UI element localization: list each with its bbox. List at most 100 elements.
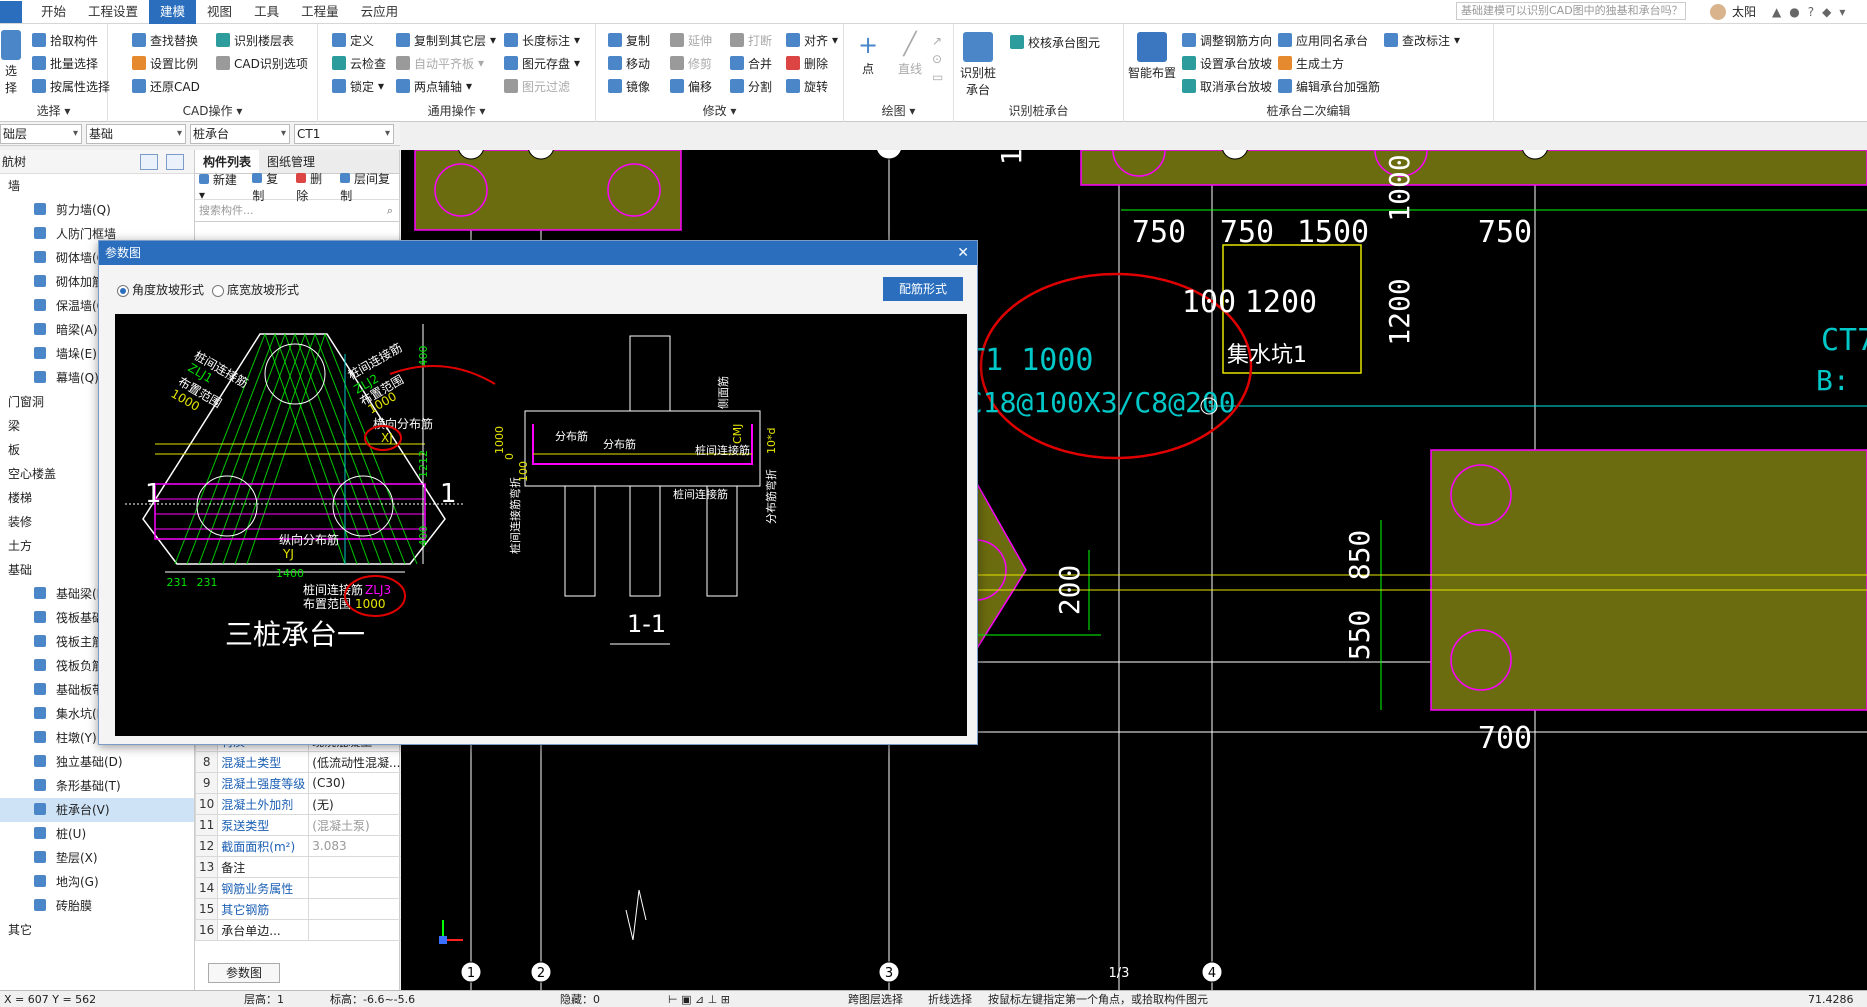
property-value[interactable] xyxy=(308,877,405,899)
cloud-check-button[interactable]: 云检查 xyxy=(332,53,386,73)
menu-cloud[interactable]: 云应用 xyxy=(350,0,410,24)
define-button[interactable]: 定义 xyxy=(332,30,374,50)
nav-item[interactable]: 剪力墙(Q) xyxy=(0,198,194,222)
extend-button[interactable]: 延伸 xyxy=(670,30,712,50)
nav-item[interactable]: 其它 xyxy=(0,918,194,942)
layer-copy-button[interactable]: 层间复制 xyxy=(340,170,399,204)
menu-quantity[interactable]: 工程量 xyxy=(290,0,350,24)
search-icon[interactable]: ⌕ xyxy=(387,200,393,222)
recognize-pile-cap-button[interactable]: 识别桩承台 xyxy=(960,32,996,98)
property-value[interactable] xyxy=(308,898,405,920)
nav-item[interactable]: 砖胎膜 xyxy=(0,894,194,918)
lock-button[interactable]: 锁定 ▾ xyxy=(332,76,384,96)
delete-component-button[interactable]: 删除 xyxy=(296,170,332,204)
split-button[interactable]: 分割 xyxy=(730,76,772,96)
property-row[interactable]: 11 泵送类型 (混凝土泵) xyxy=(194,814,424,836)
restore-cad-button[interactable]: 还原CAD xyxy=(132,76,200,96)
merge-button[interactable]: 合并 xyxy=(730,53,772,73)
option-angle-slope[interactable]: 角度放坡形式 xyxy=(117,281,204,298)
new-component-button[interactable]: 新建 ▾ xyxy=(199,171,244,202)
rotate-button[interactable]: 旋转 xyxy=(786,76,828,96)
edit-reinforcement-button[interactable]: 编辑承台加强筋 xyxy=(1278,76,1380,96)
tab-component-list[interactable]: 构件列表 xyxy=(195,150,260,173)
offset-button[interactable]: 偏移 xyxy=(670,76,712,96)
cancel-slope-button[interactable]: 取消承台放坡 xyxy=(1182,76,1272,96)
property-row[interactable]: 15 其它钢筋 xyxy=(194,898,424,920)
close-icon[interactable]: ✕ xyxy=(957,241,969,265)
delete-button[interactable]: 删除 xyxy=(786,53,828,73)
break-button[interactable]: 打断 xyxy=(730,30,772,50)
length-dim-button[interactable]: 长度标注 ▾ xyxy=(504,30,580,50)
copy-to-floor-button[interactable]: 复制到其它层 ▾ xyxy=(396,30,496,50)
auto-align-slab-button[interactable]: 自动平齐板 ▾ xyxy=(396,53,484,73)
smart-layout-button[interactable]: 智能布置 xyxy=(1128,32,1176,81)
save-element-button[interactable]: 图元存盘 ▾ xyxy=(504,53,580,73)
category-select[interactable]: 基础 xyxy=(86,123,186,144)
menu-start[interactable]: 开始 xyxy=(30,0,77,24)
pile-cap-shape[interactable] xyxy=(1080,150,1867,186)
draw-extra-icons[interactable]: ↗ ⊙ ▭ xyxy=(932,32,943,86)
component-select[interactable]: CT1 xyxy=(294,123,394,144)
property-value[interactable] xyxy=(308,919,405,941)
edit-dimension-button[interactable]: 查改标注 ▾ xyxy=(1384,30,1460,50)
select-button[interactable]: 选择 xyxy=(0,30,22,96)
type-select[interactable]: 桩承台 xyxy=(190,123,290,144)
avatar[interactable] xyxy=(1710,3,1726,20)
property-value[interactable]: (混凝土泵) xyxy=(308,814,405,836)
property-row[interactable]: 13 备注 xyxy=(194,856,424,878)
menu-tools[interactable]: 工具 xyxy=(243,0,290,24)
cross-layer-select-toggle[interactable]: 跨图层选择 xyxy=(848,991,903,1007)
nav-item[interactable]: 墙 xyxy=(0,174,194,198)
param-diagram-tab[interactable]: 参数图 xyxy=(208,963,280,983)
select-by-property-button[interactable]: 按属性选择 xyxy=(32,76,110,96)
floor-select[interactable]: 础层 xyxy=(0,123,82,144)
component-search-input[interactable]: 搜索构件... ⌕ xyxy=(195,200,399,222)
menu-view[interactable]: 视图 xyxy=(196,0,243,24)
set-slope-button[interactable]: 设置承台放坡 xyxy=(1182,53,1272,73)
polyline-select-toggle[interactable]: 折线选择 xyxy=(928,991,972,1007)
info-icon[interactable]: ● xyxy=(1789,5,1799,19)
apply-same-name-button[interactable]: 应用同名承台 xyxy=(1278,30,1368,50)
property-row[interactable]: 8 混凝土类型 (低流动性混凝... xyxy=(194,751,424,773)
batch-select-button[interactable]: 批量选择 xyxy=(32,53,98,73)
status-snap-icons[interactable]: ⊢ ▣ ⊿ ⊥ ⊞ xyxy=(668,991,730,1007)
mirror-button[interactable]: 镜像 xyxy=(608,76,650,96)
property-value[interactable] xyxy=(308,856,405,878)
config-rebar-button[interactable]: 配筋形式 xyxy=(883,277,963,301)
point-button[interactable]: + 点 xyxy=(854,32,882,77)
align-button[interactable]: 对齐 ▾ xyxy=(786,30,838,50)
nav-item[interactable]: 垫层(X) xyxy=(0,846,194,870)
list-view-icon[interactable] xyxy=(140,154,158,170)
bell-icon[interactable]: ▲ xyxy=(1772,5,1781,19)
pick-component-button[interactable]: 拾取构件 xyxy=(32,30,98,50)
copy-component-button[interactable]: 复制 xyxy=(252,170,288,204)
recognize-floor-table-button[interactable]: 识别楼层表 xyxy=(216,30,294,50)
property-row[interactable]: 10 混凝土外加剂 (无) xyxy=(194,793,424,815)
property-value[interactable]: 3.083 xyxy=(308,835,405,857)
cad-options-button[interactable]: CAD识别选项 xyxy=(216,53,308,73)
menu-project-settings[interactable]: 工程设置 xyxy=(77,0,149,24)
two-point-axis-button[interactable]: 两点辅轴 ▾ xyxy=(396,76,472,96)
generate-earthwork-button[interactable]: 生成土方 xyxy=(1278,53,1344,73)
trim-button[interactable]: 修剪 xyxy=(670,53,712,73)
pile-cap-shape[interactable] xyxy=(414,150,682,231)
copy-button[interactable]: 复制 xyxy=(608,30,650,50)
property-row[interactable]: 14 钢筋业务属性 xyxy=(194,877,424,899)
nav-item[interactable]: 地沟(G) xyxy=(0,870,194,894)
nav-item[interactable]: 独立基础(D) xyxy=(0,750,194,774)
property-value[interactable]: (低流动性混凝... xyxy=(308,751,405,773)
user-name[interactable]: 太阳 xyxy=(1732,3,1756,20)
property-row[interactable]: 9 混凝土强度等级 (C30) xyxy=(194,772,424,794)
line-button[interactable]: ╱ 直线 xyxy=(892,32,928,77)
property-row[interactable]: 16 承台单边... xyxy=(194,919,424,941)
help-icon[interactable]: ? xyxy=(1808,5,1814,19)
dropdown-icon[interactable]: ▾ xyxy=(1839,5,1845,19)
adjust-rebar-dir-button[interactable]: 调整钢筋方向 xyxy=(1182,30,1272,50)
gift-icon[interactable]: ◆ xyxy=(1822,5,1831,19)
check-pile-cap-button[interactable]: 校核承台图元 xyxy=(1010,32,1100,52)
help-search-input[interactable]: 基础建模可以识别CAD图中的独基和承台吗？ xyxy=(1456,2,1686,20)
option-width-slope[interactable]: 底宽放坡形式 xyxy=(212,281,299,298)
nav-item[interactable]: 桩(U) xyxy=(0,822,194,846)
property-value[interactable]: (无) xyxy=(308,793,405,815)
nav-item[interactable]: 桩承台(V) xyxy=(0,798,194,822)
